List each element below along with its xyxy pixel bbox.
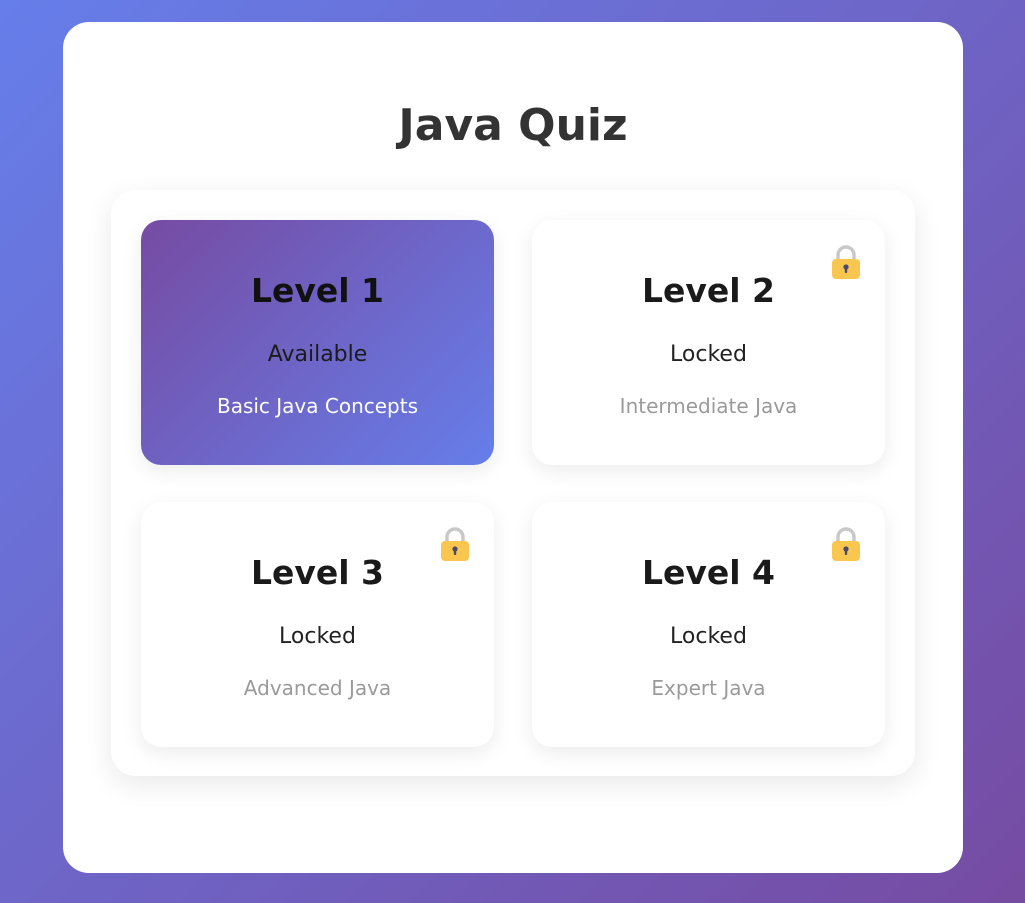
- level-name: Level 1: [250, 271, 385, 310]
- level-status: Locked: [279, 624, 356, 649]
- level-description: Expert Java: [651, 676, 766, 700]
- level-card-4[interactable]: Level 4 Locked Expert Java: [532, 502, 885, 747]
- level-description: Advanced Java: [243, 676, 392, 700]
- level-description: Basic Java Concepts: [216, 394, 419, 418]
- level-status: Locked: [670, 624, 747, 649]
- page-title: Java Quiz: [398, 100, 628, 151]
- level-name: Level 3: [250, 553, 385, 592]
- level-status: Available: [267, 342, 368, 367]
- level-name: Level 2: [641, 271, 776, 310]
- level-status: Locked: [670, 342, 747, 367]
- level-card-2[interactable]: Level 2 Locked Intermediate Java: [532, 220, 885, 465]
- level-description: Intermediate Java: [619, 394, 798, 418]
- level-name: Level 4: [641, 553, 776, 592]
- quiz-container: Java Quiz Level 1 Available Basic Java C…: [63, 22, 963, 873]
- level-card-3[interactable]: Level 3 Locked Advanced Java: [141, 502, 494, 747]
- level-card-1[interactable]: Level 1 Available Basic Java Concepts: [141, 220, 494, 465]
- levels-grid: Level 1 Available Basic Java Concepts Le…: [111, 190, 915, 776]
